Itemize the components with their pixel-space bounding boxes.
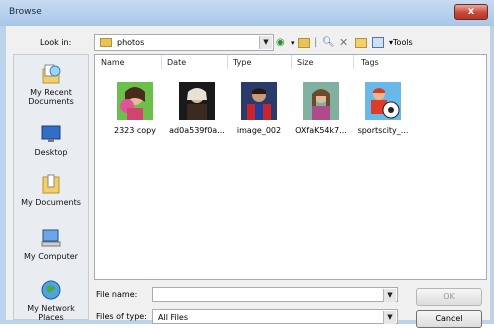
- column-separator: [353, 55, 354, 69]
- dialog-title: Browse: [9, 7, 42, 17]
- dropdown-arrow-icon[interactable]: ▾: [291, 36, 295, 50]
- ok-button[interactable]: OK: [416, 288, 482, 306]
- column-header-tags[interactable]: Tags: [361, 58, 379, 67]
- photo-thumbnail: [303, 82, 339, 120]
- dialog-content: Look in: photos ▼ ◉ ▾ | 🔍︎ ✕ ▾Tools ▾ My…: [6, 26, 490, 328]
- views-icon[interactable]: [372, 37, 384, 48]
- tools-menu[interactable]: ▾Tools ▾: [389, 36, 413, 61]
- search-web-icon[interactable]: 🔍︎: [322, 36, 335, 50]
- place-my-network-places[interactable]: My Network Places: [14, 279, 88, 322]
- place-label: Desktop: [34, 148, 68, 157]
- network-globe-icon: [40, 279, 62, 301]
- place-label: My Documents: [21, 198, 81, 207]
- look-in-label: Look in:: [40, 38, 72, 47]
- delete-icon[interactable]: ✕: [339, 36, 348, 50]
- my-documents-icon: [40, 173, 62, 195]
- column-separator: [161, 55, 162, 69]
- file-item[interactable]: sportscity_...: [343, 82, 423, 135]
- column-header-size[interactable]: Size: [297, 58, 313, 67]
- column-header-date[interactable]: Date: [167, 58, 186, 67]
- photo-thumbnail: [241, 82, 277, 120]
- file-name-input[interactable]: ▼: [152, 287, 398, 302]
- desktop-icon: [40, 123, 62, 145]
- files-of-type-label: Files of type:: [96, 312, 147, 321]
- file-list[interactable]: Name Date Type Size Tags 2323 copy ad0a5…: [94, 54, 487, 280]
- column-header-type[interactable]: Type: [233, 58, 251, 67]
- look-in-combo[interactable]: photos ▼: [94, 34, 274, 51]
- close-icon: x: [467, 6, 475, 17]
- chevron-down-icon[interactable]: ▼: [259, 36, 272, 49]
- up-folder-icon[interactable]: [298, 38, 310, 48]
- place-label: My Network Places: [27, 304, 75, 322]
- folder-icon: [100, 38, 112, 47]
- place-my-computer[interactable]: My Computer: [14, 227, 88, 261]
- photo-thumbnail: [179, 82, 215, 120]
- place-desktop[interactable]: Desktop: [14, 123, 88, 157]
- photo-thumbnail: [365, 82, 401, 120]
- place-my-documents[interactable]: My Documents: [14, 173, 88, 207]
- column-separator: [227, 55, 228, 69]
- chevron-down-icon[interactable]: ▼: [383, 289, 396, 302]
- file-name-label: File name:: [96, 290, 138, 299]
- look-in-value: photos: [117, 38, 145, 47]
- place-label: My Computer: [24, 252, 78, 261]
- place-my-recent-documents[interactable]: My Recent Documents: [14, 63, 88, 106]
- chevron-down-icon[interactable]: ▼: [383, 311, 396, 324]
- place-label: My Recent Documents: [28, 88, 74, 106]
- title-bar[interactable]: Browse x: [0, 0, 494, 26]
- files-of-type-select[interactable]: All Files ▼: [152, 309, 398, 324]
- photo-thumbnail: [117, 82, 153, 120]
- tools-label: Tools: [393, 38, 413, 47]
- back-icon[interactable]: ◉: [276, 36, 285, 50]
- files-of-type-value: All Files: [158, 313, 189, 322]
- separator: |: [314, 37, 318, 48]
- browse-dialog: Browse x Look in: photos ▼ ◉ ▾ | 🔍︎ ✕ ▾T…: [0, 0, 494, 328]
- recent-documents-icon: [40, 63, 62, 85]
- file-name: sportscity_...: [357, 126, 409, 135]
- column-separator: [291, 55, 292, 69]
- cancel-button[interactable]: Cancel: [416, 310, 482, 328]
- places-bar: My Recent Documents Desktop My Documents…: [13, 54, 89, 322]
- new-folder-icon[interactable]: [355, 38, 367, 48]
- column-header-name[interactable]: Name: [101, 58, 125, 67]
- close-button[interactable]: x: [454, 4, 488, 20]
- computer-icon: [40, 227, 62, 249]
